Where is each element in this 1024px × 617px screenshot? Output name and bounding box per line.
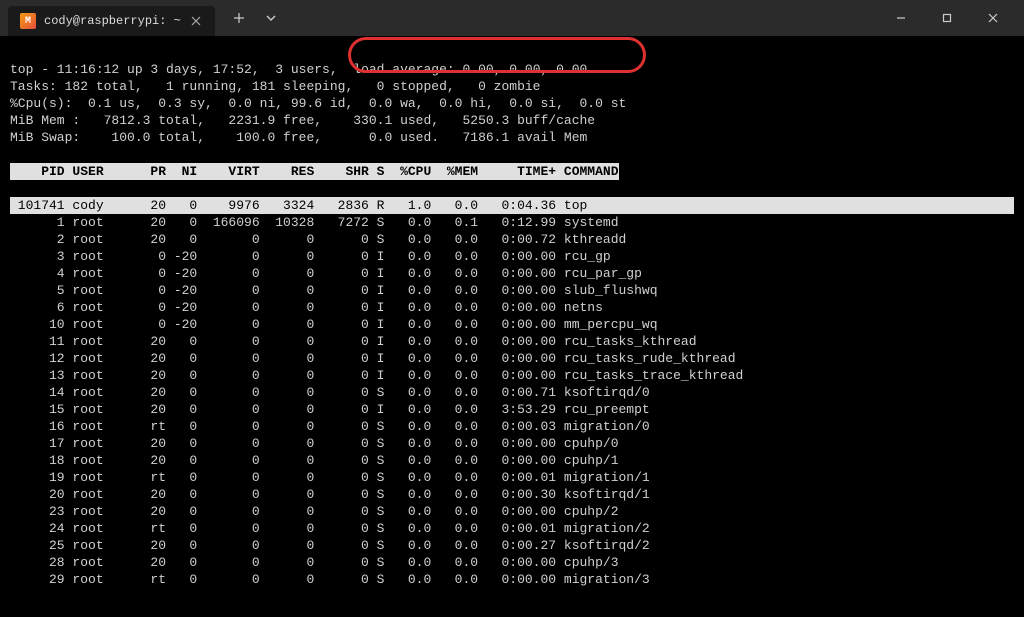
process-row: 14 root 20 0 0 0 0 S 0.0 0.0 0:00.71 kso…: [10, 384, 1014, 401]
maximize-button[interactable]: [924, 2, 970, 34]
process-row: 23 root 20 0 0 0 0 S 0.0 0.0 0:00.00 cpu…: [10, 503, 1014, 520]
close-icon[interactable]: [189, 14, 203, 28]
tab-active[interactable]: M cody@raspberrypi: ~: [8, 6, 215, 36]
process-row: 20 root 20 0 0 0 0 S 0.0 0.0 0:00.30 kso…: [10, 486, 1014, 503]
tab-title: cody@raspberrypi: ~: [44, 14, 181, 28]
top-summary-line-tasks: Tasks: 182 total, 1 running, 181 sleepin…: [10, 79, 541, 94]
process-row: 6 root 0 -20 0 0 0 I 0.0 0.0 0:00.00 net…: [10, 299, 1014, 316]
top-summary-line-mem: MiB Mem : 7812.3 total, 2231.9 free, 330…: [10, 113, 595, 128]
process-row: 15 root 20 0 0 0 0 I 0.0 0.0 3:53.29 rcu…: [10, 401, 1014, 418]
process-row: 13 root 20 0 0 0 0 I 0.0 0.0 0:00.00 rcu…: [10, 367, 1014, 384]
process-row: 1 root 20 0 166096 10328 7272 S 0.0 0.1 …: [10, 214, 1014, 231]
load-average-text: load average: 0.00, 0.00, 0.00: [353, 62, 587, 77]
titlebar: M cody@raspberrypi: ~: [0, 0, 1024, 36]
process-row: 10 root 0 -20 0 0 0 I 0.0 0.0 0:00.00 mm…: [10, 316, 1014, 333]
minimize-button[interactable]: [878, 2, 924, 34]
process-row: 16 root rt 0 0 0 0 S 0.0 0.0 0:00.03 mig…: [10, 418, 1014, 435]
process-row: 11 root 20 0 0 0 0 I 0.0 0.0 0:00.00 rcu…: [10, 333, 1014, 350]
close-window-button[interactable]: [970, 2, 1016, 34]
top-summary-line-1: top - 11:16:12 up 3 days, 17:52, 3 users…: [10, 62, 587, 77]
process-row: 101741 cody 20 0 9976 3324 2836 R 1.0 0.…: [10, 197, 1014, 214]
app-icon: M: [20, 13, 36, 29]
process-row: 3 root 0 -20 0 0 0 I 0.0 0.0 0:00.00 rcu…: [10, 248, 1014, 265]
process-list: 101741 cody 20 0 9976 3324 2836 R 1.0 0.…: [10, 197, 1014, 588]
process-row: 4 root 0 -20 0 0 0 I 0.0 0.0 0:00.00 rcu…: [10, 265, 1014, 282]
process-row: 25 root 20 0 0 0 0 S 0.0 0.0 0:00.27 kso…: [10, 537, 1014, 554]
top-summary-line-swap: MiB Swap: 100.0 total, 100.0 free, 0.0 u…: [10, 130, 587, 145]
window-controls: [878, 2, 1016, 34]
process-row: 19 root rt 0 0 0 0 S 0.0 0.0 0:00.01 mig…: [10, 469, 1014, 486]
process-row: 18 root 20 0 0 0 0 S 0.0 0.0 0:00.00 cpu…: [10, 452, 1014, 469]
top-summary-line-cpu: %Cpu(s): 0.1 us, 0.3 sy, 0.0 ni, 99.6 id…: [10, 96, 626, 111]
process-column-header: PID USER PR NI VIRT RES SHR S %CPU %MEM …: [10, 163, 1014, 180]
process-row: 17 root 20 0 0 0 0 S 0.0 0.0 0:00.00 cpu…: [10, 435, 1014, 452]
process-row: 5 root 0 -20 0 0 0 I 0.0 0.0 0:00.00 slu…: [10, 282, 1014, 299]
tab-dropdown-icon[interactable]: [257, 4, 285, 32]
process-row: 24 root rt 0 0 0 0 S 0.0 0.0 0:00.01 mig…: [10, 520, 1014, 537]
new-tab-button[interactable]: [225, 4, 253, 32]
process-row: 12 root 20 0 0 0 0 I 0.0 0.0 0:00.00 rcu…: [10, 350, 1014, 367]
process-row: 29 root rt 0 0 0 0 S 0.0 0.0 0:00.00 mig…: [10, 571, 1014, 588]
process-row: 28 root 20 0 0 0 0 S 0.0 0.0 0:00.00 cpu…: [10, 554, 1014, 571]
blank-line: [10, 147, 18, 162]
terminal-output[interactable]: top - 11:16:12 up 3 days, 17:52, 3 users…: [0, 36, 1024, 617]
process-row: 2 root 20 0 0 0 0 S 0.0 0.0 0:00.72 kthr…: [10, 231, 1014, 248]
